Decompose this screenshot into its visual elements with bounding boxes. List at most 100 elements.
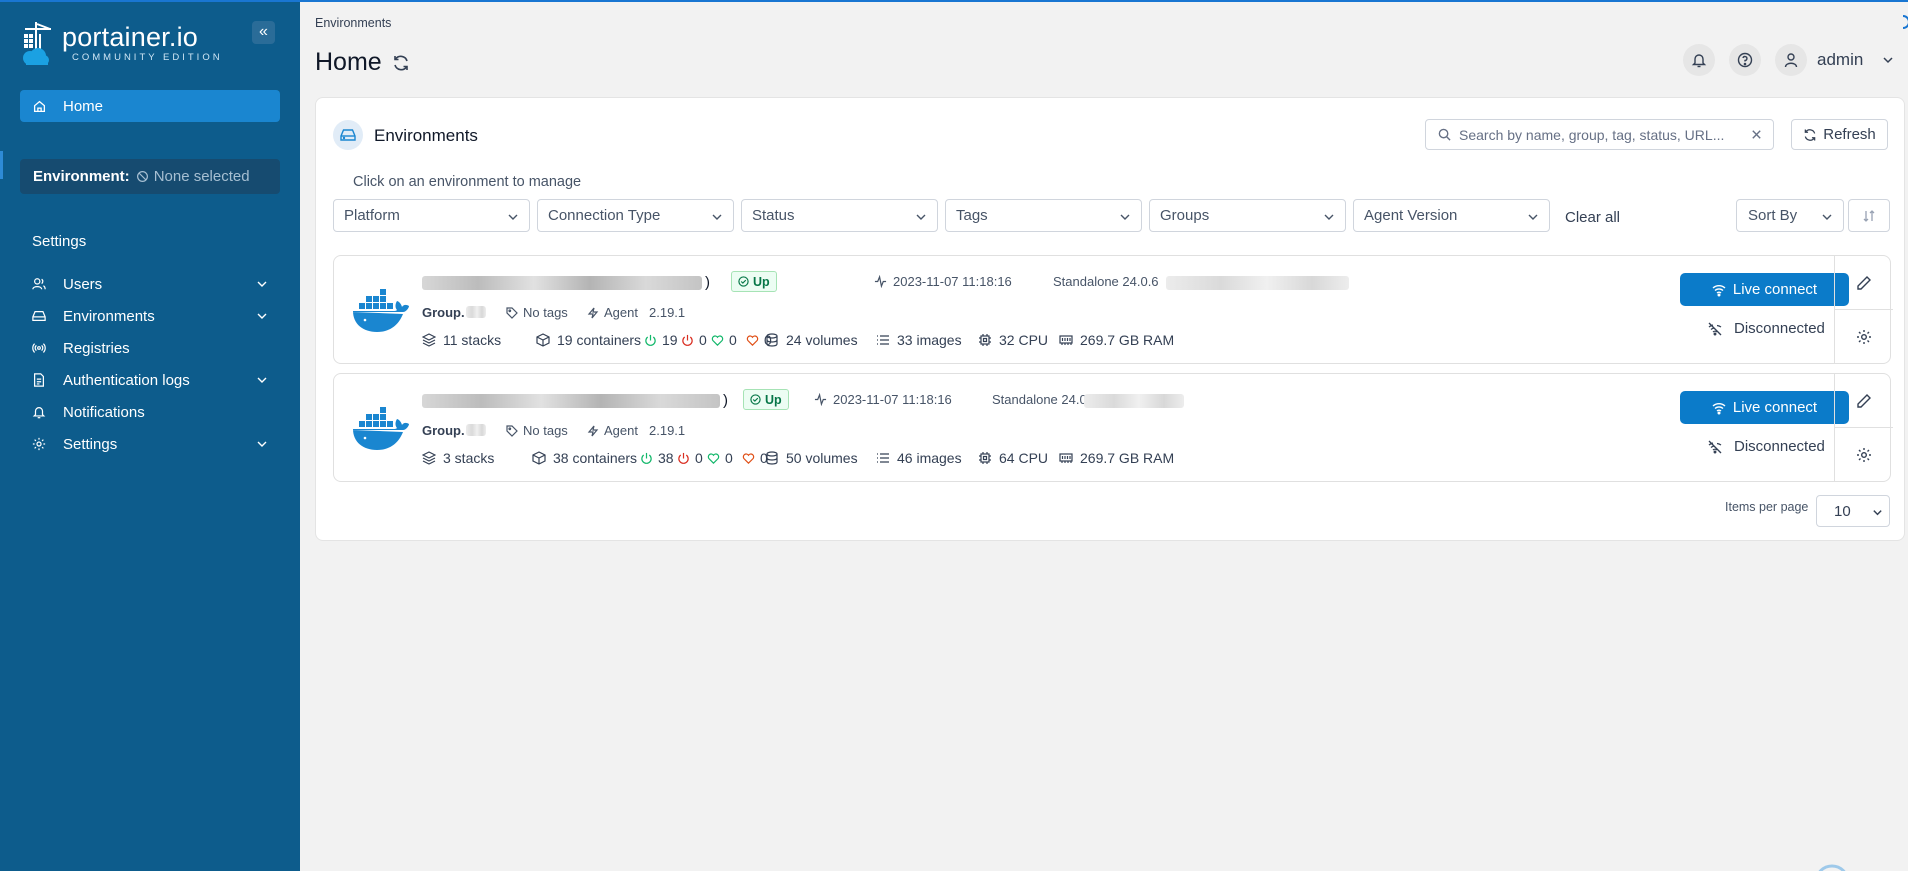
live-connect-label: Live connect xyxy=(1732,281,1818,298)
cpu-text: 32 CPU xyxy=(999,332,1049,348)
auth-logs-icon xyxy=(34,373,44,387)
sidebar-item-notifications[interactable]: Notifications xyxy=(20,396,280,428)
volumes-text: 24 volumes xyxy=(786,332,858,348)
items-per-page-select[interactable]: 10 xyxy=(1816,495,1890,527)
power-running-icon xyxy=(645,334,656,346)
heart-unhealthy-icon xyxy=(746,334,759,346)
connection-status-text: Disconnected xyxy=(1734,438,1825,455)
group-label: Group. xyxy=(422,423,465,438)
help-button[interactable] xyxy=(1729,44,1761,76)
sidebar-item-registries[interactable]: Registries xyxy=(20,332,280,364)
filter-groups[interactable]: Groups xyxy=(1149,199,1346,232)
redacted-group-name xyxy=(466,306,486,318)
refresh-button-label: Refresh xyxy=(1823,126,1876,143)
chevron-down-icon[interactable] xyxy=(256,310,268,322)
sidebar-item-label: Settings xyxy=(63,435,118,453)
notifications-button[interactable] xyxy=(1683,44,1715,76)
edit-environment-button[interactable] xyxy=(1835,374,1893,427)
filter-agent-version[interactable]: Agent Version xyxy=(1353,199,1550,232)
active-indicator xyxy=(0,151,3,179)
running-text: 19 xyxy=(662,332,678,348)
refresh-icon[interactable] xyxy=(392,54,410,72)
refresh-button[interactable]: Refresh xyxy=(1791,119,1888,150)
connection-status-text: Disconnected xyxy=(1734,320,1825,337)
registries-icon xyxy=(32,343,46,353)
group-label: Group. xyxy=(422,305,465,320)
environment-card[interactable]: ) Up 2023-11-07 11:18:16 Standalone 24.0… xyxy=(333,373,1893,482)
power-stopped-icon xyxy=(678,452,689,464)
sidebar-item-settings[interactable]: Settings xyxy=(20,428,280,460)
chevron-down-icon xyxy=(712,214,722,220)
environment-type: Standalone 24.0.6 xyxy=(1053,274,1159,289)
tags-info: No tags xyxy=(506,305,568,320)
pencil-icon xyxy=(1857,275,1871,290)
healthy-text: 0 xyxy=(729,332,737,348)
chevron-down-icon xyxy=(1324,214,1334,220)
search-icon xyxy=(1438,128,1451,141)
chevron-down-icon[interactable] xyxy=(256,374,268,386)
sidebar-item-label: Home xyxy=(63,97,104,115)
cpu-icon xyxy=(979,452,991,464)
heartbeat-timestamp: 2023-11-07 11:18:16 xyxy=(814,392,952,407)
list-icon xyxy=(877,453,889,463)
brand-name: portainer.io xyxy=(62,21,198,52)
user-icon xyxy=(1784,53,1798,68)
ram-text: 269.7 GB RAM xyxy=(1080,450,1175,466)
environment-settings-button[interactable] xyxy=(1835,428,1893,481)
unhealthy-count: 0 xyxy=(742,450,768,466)
filter-tags[interactable]: Tags xyxy=(945,199,1142,232)
database-icon xyxy=(766,451,778,465)
sort-direction-button[interactable] xyxy=(1848,199,1890,232)
sidebar-item-environments[interactable]: Environments xyxy=(20,300,280,332)
clear-search-icon[interactable] xyxy=(1750,128,1763,141)
redacted-environment-name xyxy=(422,276,702,290)
breadcrumb[interactable]: Environments xyxy=(315,16,391,30)
bell-icon xyxy=(1691,54,1707,68)
environment-settings-button[interactable] xyxy=(1835,310,1893,363)
items-per-page-label: Items per page xyxy=(1725,500,1809,514)
connection-status: Disconnected xyxy=(1708,320,1825,337)
sidebar-item-label: Authentication logs xyxy=(63,371,190,389)
help-icon xyxy=(1737,52,1753,68)
database-icon xyxy=(766,333,778,347)
clear-all-button[interactable]: Clear all xyxy=(1565,209,1620,226)
filter-platform[interactable]: Platform xyxy=(333,199,530,232)
user-name[interactable]: admin xyxy=(1817,50,1863,70)
chevron-down-icon[interactable] xyxy=(256,278,268,290)
portainer-logo[interactable]: portainer.io COMMUNITY EDITION xyxy=(20,20,223,66)
collapse-sidebar-button[interactable]: « xyxy=(252,21,275,44)
environment-card[interactable]: ) Up 2023-11-07 11:18:16 Standalone 24.0… xyxy=(333,255,1893,364)
chevron-down-icon xyxy=(508,214,518,220)
users-icon xyxy=(32,278,46,290)
images-text: 46 images xyxy=(897,450,962,466)
sort-by-select[interactable]: Sort By xyxy=(1736,199,1844,232)
environment-label: Environment: xyxy=(33,168,130,185)
sidebar-item-label: Environments xyxy=(63,307,155,325)
chevron-down-icon[interactable] xyxy=(256,438,268,450)
sidebar-item-home[interactable]: Home xyxy=(20,90,280,122)
filter-connection-type[interactable]: Connection Type xyxy=(537,199,734,232)
images-count: 33 images xyxy=(876,332,962,348)
gear-icon xyxy=(1857,447,1871,462)
refresh-icon xyxy=(1804,128,1816,141)
filter-status[interactable]: Status xyxy=(741,199,938,232)
stacks-text: 3 stacks xyxy=(443,450,495,466)
stacks-count: 3 stacks xyxy=(422,450,494,466)
cpu-count: 32 CPU xyxy=(978,332,1048,348)
cpu-count: 64 CPU xyxy=(978,450,1048,466)
environment-type: Standalone 24.0.6 xyxy=(992,392,1098,407)
user-avatar[interactable] xyxy=(1775,44,1807,76)
sidebar-item-users[interactable]: Users xyxy=(20,268,280,300)
gear-icon xyxy=(1857,329,1871,344)
search-box[interactable] xyxy=(1425,119,1774,150)
chevron-down-icon[interactable] xyxy=(1882,54,1894,66)
memory-icon xyxy=(1059,453,1073,463)
running-text: 38 xyxy=(658,450,674,466)
edit-environment-button[interactable] xyxy=(1835,256,1893,309)
search-input[interactable] xyxy=(1459,126,1739,143)
live-connect-button[interactable]: Live connect xyxy=(1680,273,1849,306)
sidebar-item-authentication-logs[interactable]: Authentication logs xyxy=(20,364,280,396)
environment-selector[interactable]: Environment: None selected xyxy=(20,159,280,194)
heart-unhealthy-icon xyxy=(742,452,755,464)
live-connect-button[interactable]: Live connect xyxy=(1680,391,1849,424)
